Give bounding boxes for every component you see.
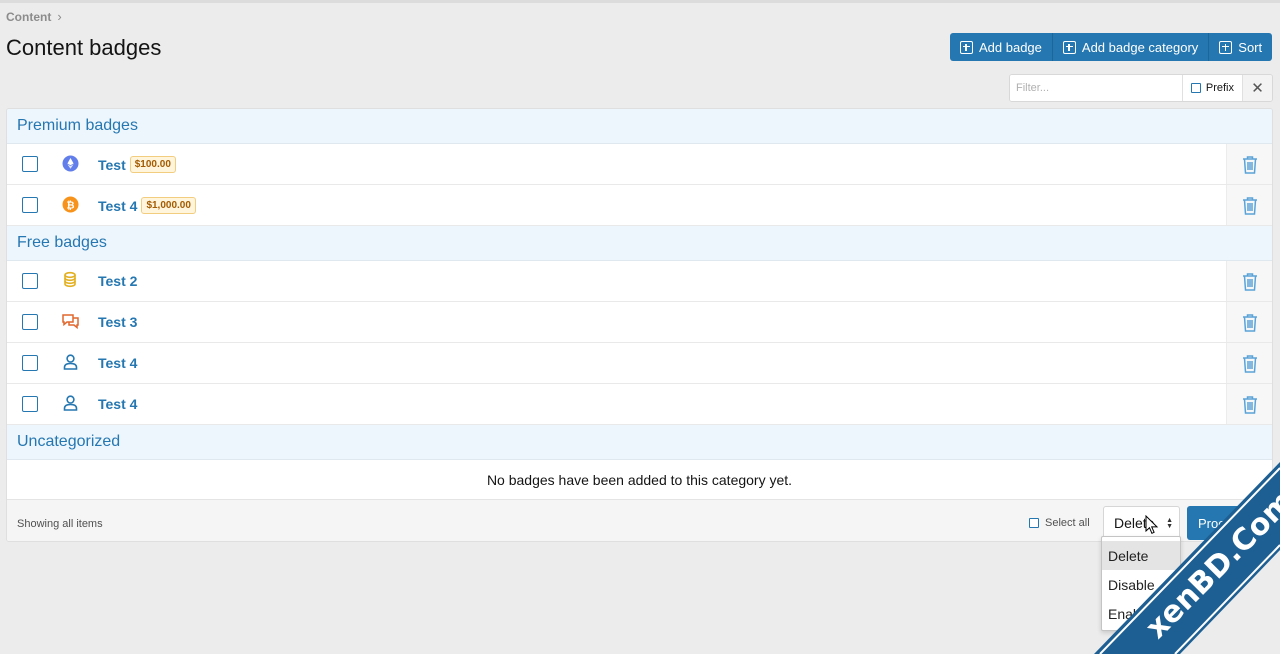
select-all-checkbox[interactable] — [1029, 518, 1039, 528]
watermark-ribbon: xenBD.Com — [1094, 462, 1280, 654]
add-badge-label: Add badge — [979, 39, 1042, 55]
prefix-label: Prefix — [1205, 82, 1234, 94]
user-icon — [60, 393, 80, 413]
plus-square-icon — [1062, 40, 1076, 54]
row-checkbox[interactable] — [22, 273, 38, 289]
category-header: Premium badges — [7, 109, 1272, 144]
delete-button[interactable] — [1226, 302, 1272, 342]
badge-title-link[interactable]: Test 4 — [98, 355, 137, 371]
delete-button[interactable] — [1226, 384, 1272, 424]
svg-text:₿: ₿ — [66, 199, 74, 211]
plus-square-icon — [960, 40, 973, 54]
trash-icon — [1242, 155, 1257, 174]
top-border — [0, 0, 1280, 3]
trash-icon — [1242, 313, 1257, 332]
category-header: Free badges — [7, 226, 1272, 261]
ethereum-icon — [60, 153, 80, 173]
badge-title: Test — [98, 156, 126, 173]
price-badge: $100.00 — [129, 156, 176, 173]
list-item: ₿ Test 4 $1,000.00 — [7, 185, 1272, 226]
badge-title-link[interactable]: Test 4 — [98, 396, 137, 412]
sort-button[interactable]: Sort — [1209, 33, 1272, 61]
list-item: Test 4 — [7, 343, 1272, 384]
badge-title: Test 2 — [98, 273, 138, 289]
coins-icon — [60, 270, 80, 290]
row-checkbox[interactable] — [22, 314, 38, 330]
row-checkbox[interactable] — [22, 355, 38, 371]
delete-button[interactable] — [1226, 343, 1272, 383]
row-checkbox[interactable] — [22, 396, 38, 412]
trash-icon — [1242, 272, 1257, 291]
trash-icon — [1242, 395, 1257, 414]
delete-button[interactable] — [1226, 261, 1272, 301]
badge-title-link[interactable]: Test $100.00 — [98, 156, 176, 173]
sort-label: Sort — [1238, 39, 1263, 55]
badge-title-link[interactable]: Test 4 $1,000.00 — [98, 197, 196, 214]
row-checkbox[interactable] — [22, 156, 38, 172]
filter-input[interactable] — [1010, 75, 1182, 101]
comments-icon — [60, 311, 80, 331]
chevron-right-icon: › — [57, 9, 62, 24]
add-badge-category-label: Add badge category — [1081, 39, 1199, 55]
list-item: Test $100.00 — [7, 144, 1272, 185]
list-item: Test 3 — [7, 302, 1272, 343]
page-title: Content badges — [6, 35, 162, 60]
close-icon: ✕ — [1251, 80, 1264, 97]
user-icon — [60, 352, 80, 372]
filter-bar: Prefix ✕ — [1009, 74, 1273, 102]
breadcrumb: Content › — [6, 9, 62, 24]
badge-title: Test 4 — [98, 355, 138, 371]
list-item: Test 2 — [7, 261, 1272, 302]
list-item: Test 4 — [7, 384, 1272, 425]
price-badge: $1,000.00 — [141, 197, 196, 214]
badge-title: Test 3 — [98, 314, 138, 330]
badge-title: Test 4 — [98, 396, 138, 412]
row-checkbox[interactable] — [22, 197, 38, 213]
breadcrumb-item-content[interactable]: Content — [6, 10, 51, 24]
delete-button[interactable] — [1226, 144, 1272, 184]
bitcoin-icon: ₿ — [60, 194, 80, 214]
badge-title-link[interactable]: Test 2 — [98, 273, 137, 289]
prefix-checkbox[interactable] — [1190, 83, 1201, 93]
prefix-toggle[interactable]: Prefix — [1181, 75, 1242, 101]
clear-filter-button[interactable]: ✕ — [1242, 75, 1272, 101]
badge-title: Test 4 — [98, 197, 138, 214]
add-badge-button[interactable]: Add badge — [950, 33, 1053, 61]
items-status: Showing all items — [17, 518, 103, 530]
badge-title-link[interactable]: Test 3 — [98, 314, 137, 330]
trash-icon — [1242, 354, 1257, 373]
action-buttons: Add badge Add badge category Sort — [950, 33, 1273, 61]
plus-square-icon — [1219, 40, 1233, 54]
add-badge-category-button[interactable]: Add badge category — [1053, 33, 1210, 61]
delete-button[interactable] — [1226, 185, 1272, 225]
trash-icon — [1242, 196, 1257, 215]
